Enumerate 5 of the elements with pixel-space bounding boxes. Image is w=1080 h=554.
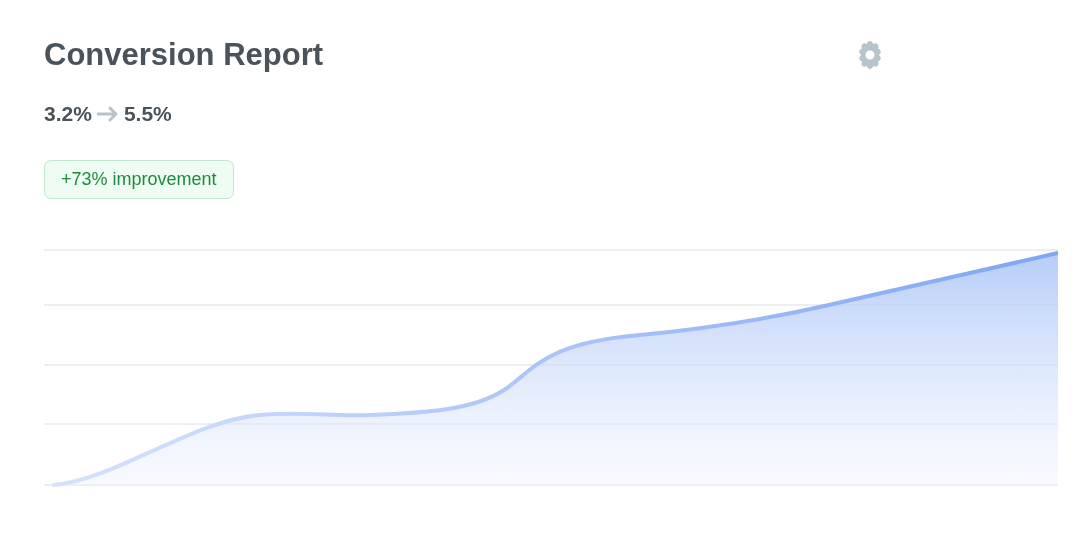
report-title: Conversion Report bbox=[44, 36, 324, 74]
start-rate: 3.2% bbox=[44, 102, 92, 126]
improvement-badge: +73% improvement bbox=[44, 160, 234, 199]
arrow-icon bbox=[96, 106, 119, 122]
end-rate: 5.5% bbox=[123, 102, 172, 126]
